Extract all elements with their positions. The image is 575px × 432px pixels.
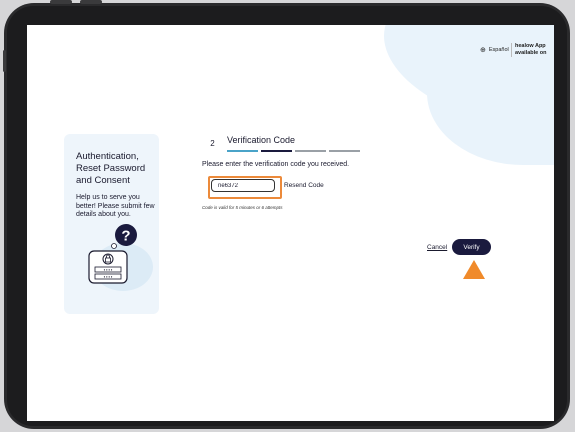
info-card: Authentication, Reset Password and Conse…	[64, 134, 159, 314]
background-shape	[427, 45, 554, 165]
instruction-text: Please enter the verification code you r…	[202, 161, 350, 168]
step-title: Verification Code	[227, 135, 296, 145]
lock-device-illustration: •••• •••• ?	[88, 224, 153, 291]
question-mark-icon: ?	[121, 228, 130, 245]
password-dots: ••••	[103, 268, 112, 273]
resend-code-link[interactable]: Resend Code	[284, 182, 324, 189]
progress-segment	[329, 150, 360, 152]
code-validity-note: Code is valid for 5 minutes or 6 attempt…	[202, 205, 283, 210]
language-label: Español	[488, 47, 509, 53]
app-promo[interactable]: healow App available on	[515, 43, 547, 56]
progress-segment	[227, 150, 258, 152]
verification-code-input[interactable]	[211, 179, 275, 192]
pointer-arrow-icon	[463, 260, 485, 279]
app-promo-line1: healow App	[515, 43, 546, 49]
tablet-top-button	[80, 0, 102, 4]
card-description: Help us to serve you better! Please subm…	[76, 194, 155, 218]
header-divider	[511, 43, 512, 57]
step-number: 2	[210, 139, 215, 148]
progress-segment	[295, 150, 326, 152]
progress-segment	[261, 150, 292, 152]
password-dots: ••••	[103, 275, 112, 280]
app-promo-line2: available on	[515, 49, 547, 56]
cancel-link[interactable]: Cancel	[427, 244, 447, 251]
bubble-dot	[111, 243, 117, 249]
language-switch[interactable]: ⊕ Español	[480, 46, 509, 54]
tablet-top-button	[50, 0, 72, 4]
lock-icon	[102, 253, 114, 265]
app-screen: ⊕ Español healow App available on Authen…	[27, 25, 554, 421]
globe-icon: ⊕	[480, 47, 486, 54]
verify-button[interactable]: Verify	[452, 239, 491, 255]
tablet-side-button	[3, 50, 6, 72]
card-title: Authentication, Reset Password and Conse…	[76, 151, 146, 186]
